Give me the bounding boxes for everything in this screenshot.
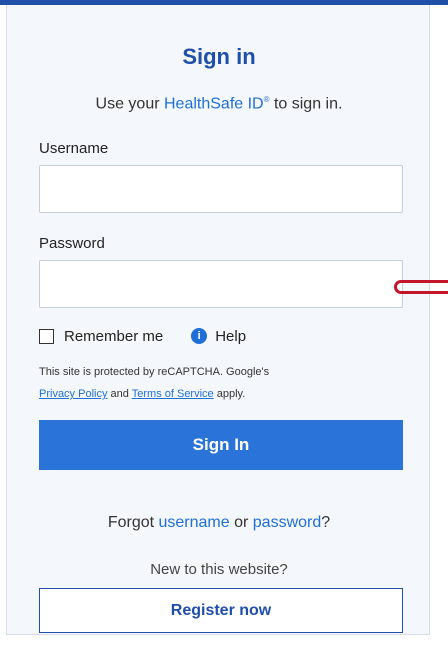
page-title: Sign in xyxy=(182,44,256,69)
subtitle: Use your HealthSafe ID® to sign in. xyxy=(95,95,343,113)
recaptcha-notice: This site is protected by reCAPTCHA. Goo… xyxy=(39,366,270,400)
forgot-credentials: Forgot username or password? xyxy=(107,514,331,531)
help-link[interactable]: i Help xyxy=(191,328,246,345)
new-to-site-text: New to this website? xyxy=(150,561,288,578)
options-row: Remember me i Help xyxy=(39,325,246,347)
forgot-password-link[interactable]: password xyxy=(253,514,321,531)
annotation-mark xyxy=(394,280,448,294)
register-now-button[interactable]: Register now xyxy=(39,588,403,633)
forgot-username-link[interactable]: username xyxy=(159,514,230,531)
terms-of-service-link[interactable]: Terms of Service xyxy=(132,388,214,400)
privacy-policy-link[interactable]: Privacy Policy xyxy=(39,388,107,400)
sign-in-button[interactable]: Sign In xyxy=(39,420,403,470)
username-label: Username xyxy=(39,140,109,157)
remember-me-label[interactable]: Remember me xyxy=(64,328,163,345)
sign-in-card: Sign in Use your HealthSafe ID® to sign … xyxy=(6,5,430,635)
username-input[interactable] xyxy=(39,165,403,213)
password-input[interactable] xyxy=(39,260,403,308)
help-label[interactable]: Help xyxy=(215,328,246,345)
password-label: Password xyxy=(39,235,105,252)
healthsafe-id-link[interactable]: HealthSafe ID xyxy=(164,95,264,112)
info-icon: i xyxy=(191,328,208,344)
remember-me-checkbox[interactable] xyxy=(39,328,54,344)
